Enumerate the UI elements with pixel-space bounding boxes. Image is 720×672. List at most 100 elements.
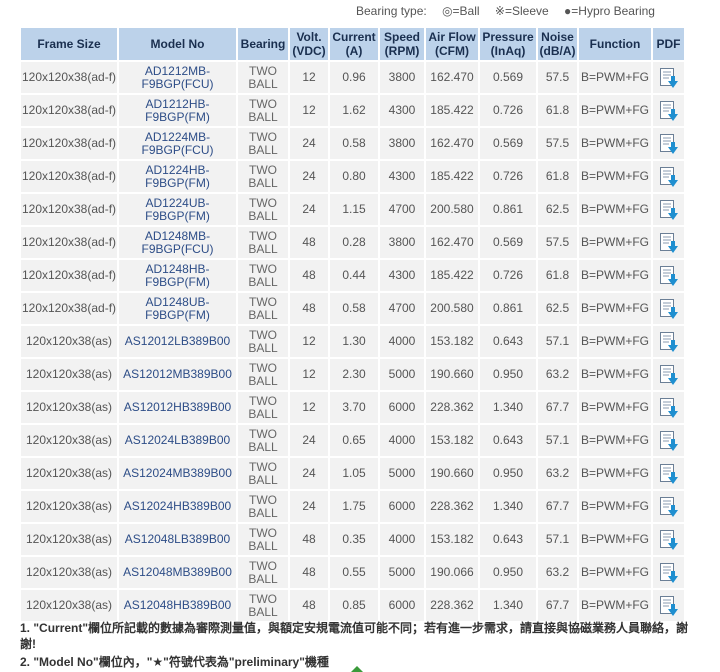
cell-noise: 57.5 xyxy=(538,62,577,93)
cell-function: B=PWM+FG xyxy=(579,557,651,588)
cell-air-flow: 153.182 xyxy=(426,524,478,555)
pdf-download-icon[interactable] xyxy=(659,331,679,353)
table-row: 120x120x38(as) AS12012LB389B00 TWO BALL … xyxy=(21,326,684,357)
cell-function: B=PWM+FG xyxy=(579,524,651,555)
cell-speed: 5000 xyxy=(380,458,424,489)
pdf-download-icon[interactable] xyxy=(659,562,679,584)
header-noise: Noise (dB/A) xyxy=(538,28,577,60)
cell-volt: 48 xyxy=(290,293,328,324)
cell-noise: 62.5 xyxy=(538,293,577,324)
cell-noise: 62.5 xyxy=(538,194,577,225)
cell-frame-size: 120x120x38(as) xyxy=(21,425,117,456)
model-link[interactable]: AD1212MB-F9BGP(FCU) xyxy=(142,64,214,91)
pdf-download-icon[interactable] xyxy=(659,67,679,89)
cell-frame-size: 120x120x38(ad-f) xyxy=(21,128,117,159)
model-link[interactable]: AD1248MB-F9BGP(FCU) xyxy=(142,229,214,256)
cell-air-flow: 153.182 xyxy=(426,425,478,456)
cell-current: 3.70 xyxy=(330,392,378,423)
header-current: Current (A) xyxy=(330,28,378,60)
cell-speed: 5000 xyxy=(380,359,424,390)
cell-speed: 3800 xyxy=(380,128,424,159)
cell-speed: 4300 xyxy=(380,161,424,192)
cell-bearing: TWO BALL xyxy=(238,458,288,489)
cell-function: B=PWM+FG xyxy=(579,491,651,522)
pdf-download-icon[interactable] xyxy=(659,232,679,254)
cell-pressure: 1.340 xyxy=(480,491,536,522)
cell-pressure: 0.569 xyxy=(480,62,536,93)
cell-pressure: 0.950 xyxy=(480,359,536,390)
cell-bearing: TWO BALL xyxy=(238,260,288,291)
cell-speed: 4000 xyxy=(380,326,424,357)
scroll-up-icon[interactable] xyxy=(351,666,363,672)
model-link[interactable]: AS12048LB389B00 xyxy=(125,532,230,546)
cell-air-flow: 190.660 xyxy=(426,458,478,489)
model-link[interactable]: AS12012HB389B00 xyxy=(124,400,231,414)
cell-current: 0.85 xyxy=(330,590,378,621)
model-link[interactable]: AD1248UB-F9BGP(FM) xyxy=(145,295,210,322)
cell-speed: 4000 xyxy=(380,425,424,456)
pdf-download-icon[interactable] xyxy=(659,463,679,485)
cell-pdf xyxy=(653,458,684,489)
legend-hypro: ●=Hypro Bearing xyxy=(564,4,655,18)
cell-pdf xyxy=(653,161,684,192)
model-link[interactable]: AD1224HB-F9BGP(FM) xyxy=(145,163,210,190)
table-row: 120x120x38(as) AS12048MB389B00 TWO BALL … xyxy=(21,557,684,588)
table-row: 120x120x38(as) AS12012MB389B00 TWO BALL … xyxy=(21,359,684,390)
cell-air-flow: 185.422 xyxy=(426,95,478,126)
model-link[interactable]: AS12012LB389B00 xyxy=(125,334,230,348)
pdf-download-icon[interactable] xyxy=(659,496,679,518)
table-row: 120x120x38(as) AS12024LB389B00 TWO BALL … xyxy=(21,425,684,456)
cell-current: 0.65 xyxy=(330,425,378,456)
cell-model-no: AD1224HB-F9BGP(FM) xyxy=(119,161,236,192)
cell-volt: 24 xyxy=(290,161,328,192)
cell-current: 0.58 xyxy=(330,128,378,159)
model-link[interactable]: AS12024LB389B00 xyxy=(125,433,230,447)
table-row: 120x120x38(ad-f) AD1212MB-F9BGP(FCU) TWO… xyxy=(21,62,684,93)
legend-sleeve: ※=Sleeve xyxy=(494,4,549,18)
model-link[interactable]: AD1224UB-F9BGP(FM) xyxy=(145,196,210,223)
model-link[interactable]: AD1212HB-F9BGP(FM) xyxy=(145,97,210,124)
cell-noise: 63.2 xyxy=(538,458,577,489)
cell-pdf xyxy=(653,425,684,456)
table-row: 120x120x38(as) AS12048LB389B00 TWO BALL … xyxy=(21,524,684,555)
cell-noise: 63.2 xyxy=(538,557,577,588)
pdf-download-icon[interactable] xyxy=(659,166,679,188)
cell-speed: 4700 xyxy=(380,194,424,225)
cell-current: 0.58 xyxy=(330,293,378,324)
cell-pressure: 0.569 xyxy=(480,128,536,159)
pdf-download-icon[interactable] xyxy=(659,133,679,155)
cell-pressure: 0.950 xyxy=(480,557,536,588)
cell-bearing: TWO BALL xyxy=(238,194,288,225)
model-link[interactable]: AS12048MB389B00 xyxy=(123,565,232,579)
cell-bearing: TWO BALL xyxy=(238,491,288,522)
model-link[interactable]: AS12024HB389B00 xyxy=(124,499,231,513)
pdf-download-icon[interactable] xyxy=(659,430,679,452)
pdf-download-icon[interactable] xyxy=(659,100,679,122)
cell-bearing: TWO BALL xyxy=(238,392,288,423)
pdf-download-icon[interactable] xyxy=(659,397,679,419)
model-link[interactable]: AD1248HB-F9BGP(FM) xyxy=(145,262,210,289)
cell-frame-size: 120x120x38(as) xyxy=(21,524,117,555)
model-link[interactable]: AD1224MB-F9BGP(FCU) xyxy=(142,130,214,157)
model-link[interactable]: AS12024MB389B00 xyxy=(123,466,232,480)
cell-pressure: 0.726 xyxy=(480,161,536,192)
pdf-download-icon[interactable] xyxy=(659,199,679,221)
cell-frame-size: 120x120x38(ad-f) xyxy=(21,62,117,93)
pdf-download-icon[interactable] xyxy=(659,529,679,551)
cell-frame-size: 120x120x38(ad-f) xyxy=(21,161,117,192)
table-row: 120x120x38(ad-f) AD1248UB-F9BGP(FM) TWO … xyxy=(21,293,684,324)
pdf-download-icon[interactable] xyxy=(659,298,679,320)
cell-noise: 67.7 xyxy=(538,392,577,423)
cell-function: B=PWM+FG xyxy=(579,359,651,390)
cell-air-flow: 162.470 xyxy=(426,227,478,258)
cell-volt: 48 xyxy=(290,557,328,588)
pdf-download-icon[interactable] xyxy=(659,595,679,617)
model-link[interactable]: AS12048HB389B00 xyxy=(124,598,231,612)
pdf-download-icon[interactable] xyxy=(659,364,679,386)
cell-function: B=PWM+FG xyxy=(579,458,651,489)
pdf-download-icon[interactable] xyxy=(659,265,679,287)
cell-current: 0.35 xyxy=(330,524,378,555)
model-link[interactable]: AS12012MB389B00 xyxy=(123,367,232,381)
header-air-flow: Air Flow (CFM) xyxy=(426,28,478,60)
legend-label: Bearing type: xyxy=(356,4,427,18)
